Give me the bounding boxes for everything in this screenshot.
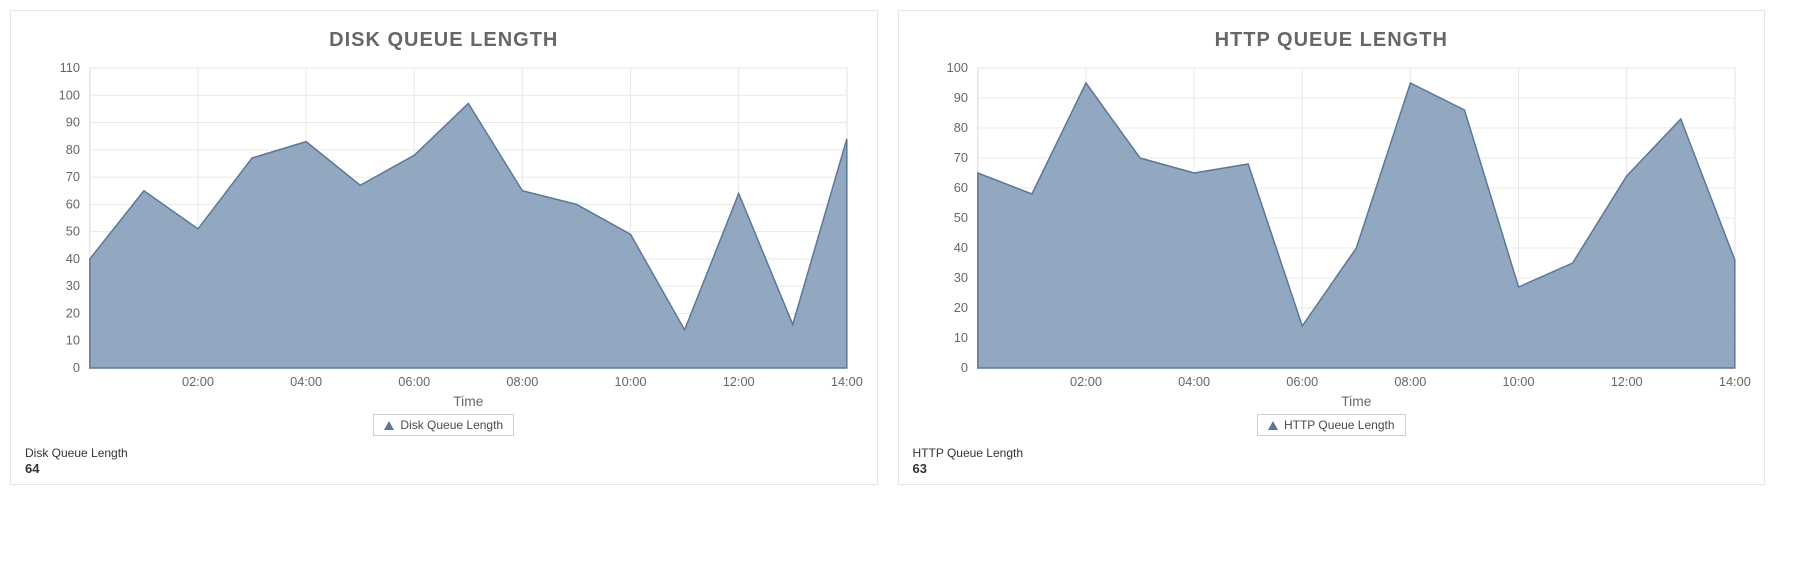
svg-text:10: 10 [66,333,80,348]
svg-text:50: 50 [66,224,80,239]
svg-text:0: 0 [960,360,967,375]
svg-text:04:00: 04:00 [1178,374,1210,389]
svg-text:04:00: 04:00 [290,374,322,389]
chart-http-queue[interactable]: 0 10 20 30 40 50 60 70 80 90 100 02:00 04:00 06:00 08:… [909,58,1755,418]
panel-title: DISK QUEUE LENGTH [21,29,867,52]
svg-text:02:00: 02:00 [182,374,214,389]
svg-text:14:00: 14:00 [1718,374,1750,389]
dashboard-row: DISK QUEUE LENGTH 0102030405060708090100… [0,0,1775,495]
panel-http-queue: HTTP QUEUE LENGTH 0 10 20 30 40 50 60 70 80 90 100… [898,10,1766,485]
svg-text:60: 60 [953,180,967,195]
svg-text:Time: Time [453,393,483,409]
svg-text:14:00: 14:00 [831,374,863,389]
svg-text:30: 30 [953,270,967,285]
svg-text:80: 80 [953,120,967,135]
metric-label: HTTP Queue Length [913,446,1755,460]
area-chart: 0 10 20 30 40 50 60 70 80 90 100 110 02:00 04:00 06:00… [21,58,867,418]
svg-text:Time: Time [1341,393,1371,409]
svg-text:10: 10 [953,330,967,345]
svg-text:100: 100 [946,60,967,75]
svg-text:06:00: 06:00 [1286,374,1318,389]
svg-text:90: 90 [953,90,967,105]
metric-label: Disk Queue Length [25,446,867,460]
panel-title: HTTP QUEUE LENGTH [909,29,1755,52]
svg-text:20: 20 [66,305,80,320]
legend-label: HTTP Queue Length [1284,418,1395,432]
metric-value: 63 [913,461,1755,476]
svg-text:110: 110 [60,60,80,75]
svg-text:40: 40 [66,251,80,266]
svg-text:02:00: 02:00 [1069,374,1101,389]
svg-text:08:00: 08:00 [1394,374,1426,389]
svg-text:10:00: 10:00 [615,374,647,389]
svg-text:30: 30 [66,278,80,293]
svg-text:80: 80 [66,142,80,157]
svg-text:50: 50 [953,210,967,225]
svg-text:08:00: 08:00 [506,374,538,389]
legend-label: Disk Queue Length [400,418,503,432]
svg-text:12:00: 12:00 [723,374,755,389]
panel-disk-queue: DISK QUEUE LENGTH 0 10 20 30 40 50 60 70 80 90 100… [10,10,878,485]
svg-text:12:00: 12:00 [1610,374,1642,389]
svg-text:10:00: 10:00 [1502,374,1534,389]
chart-disk-queue[interactable]: 0 10 20 30 40 50 60 70 80 90 100 110 02:00 04:00 06:00… [21,58,867,418]
svg-text:0: 0 [73,360,80,375]
svg-text:40: 40 [953,240,967,255]
svg-text:06:00: 06:00 [398,374,430,389]
legend-swatch-icon [1268,421,1278,430]
svg-text:70: 70 [953,150,967,165]
svg-text:90: 90 [66,114,80,129]
area-chart: 0 10 20 30 40 50 60 70 80 90 100 02:00 04:00 06:00 08:… [909,58,1755,418]
metric-value: 64 [25,461,867,476]
legend-swatch-icon [384,421,394,430]
svg-text:20: 20 [953,300,967,315]
svg-text:70: 70 [66,169,80,184]
svg-text:100: 100 [59,87,80,102]
svg-text:60: 60 [66,196,80,211]
